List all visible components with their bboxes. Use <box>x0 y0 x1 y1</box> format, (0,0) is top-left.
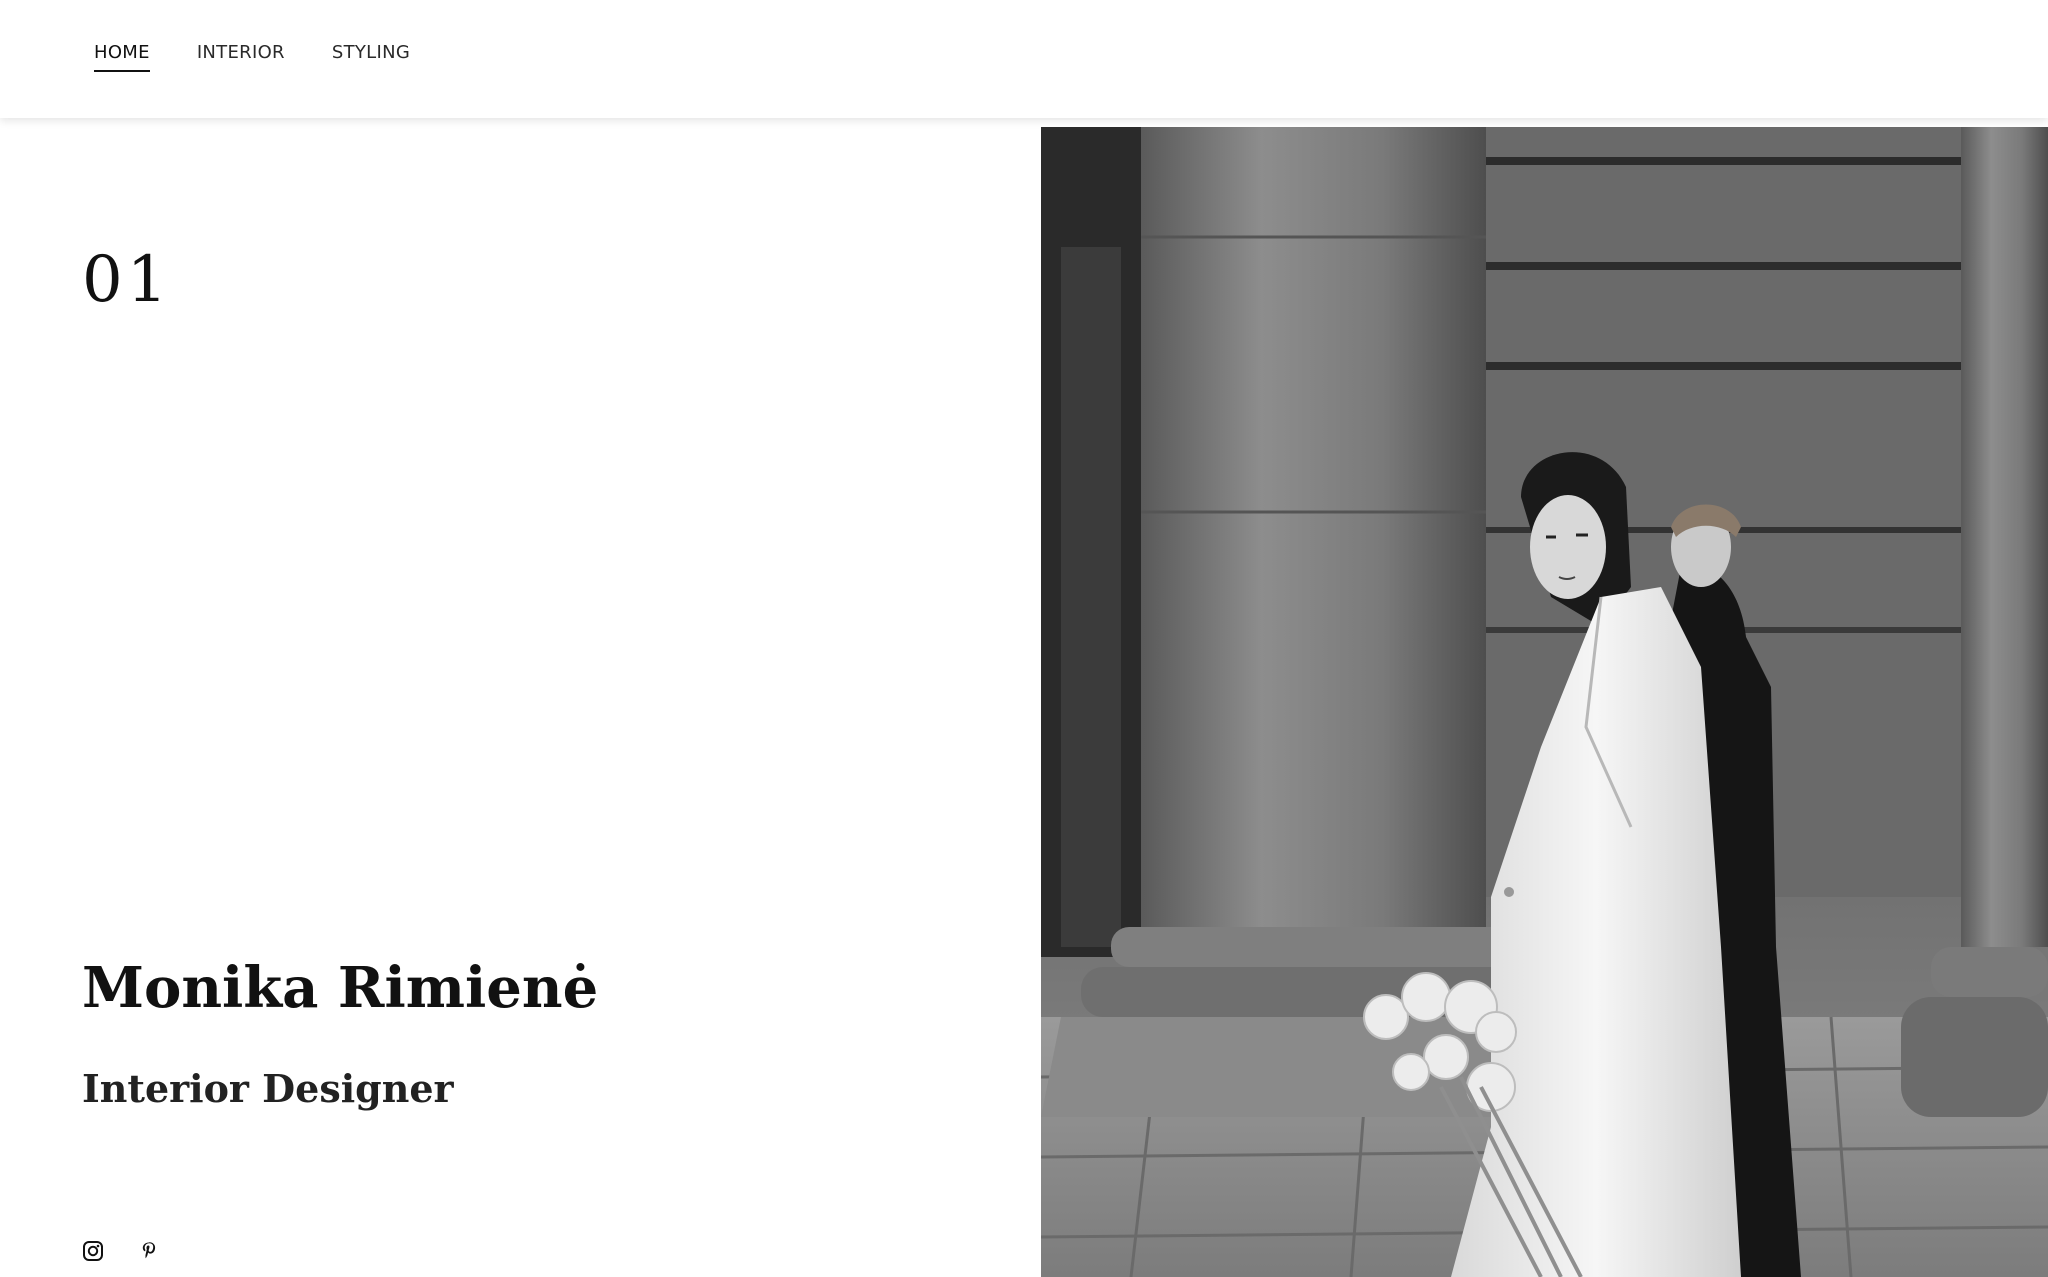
designer-name: Monika Rimienė <box>82 955 599 1021</box>
designer-title: Interior Designer <box>82 1066 454 1111</box>
hero-photo <box>1041 127 2048 1277</box>
pinterest-icon[interactable] <box>138 1240 160 1262</box>
hero-text-panel: 01 Monika Rimienė Interior Designer <box>0 118 1041 1277</box>
section-number: 01 <box>82 243 172 317</box>
top-navigation-bar: HOME INTERIOR STYLING <box>0 0 2048 118</box>
social-links <box>82 1240 160 1262</box>
main-nav: HOME INTERIOR STYLING <box>94 42 457 72</box>
instagram-icon[interactable] <box>82 1240 104 1262</box>
nav-item-interior[interactable]: INTERIOR <box>197 42 285 72</box>
nav-item-home[interactable]: HOME <box>94 42 150 72</box>
nav-item-styling[interactable]: STYLING <box>332 42 410 72</box>
